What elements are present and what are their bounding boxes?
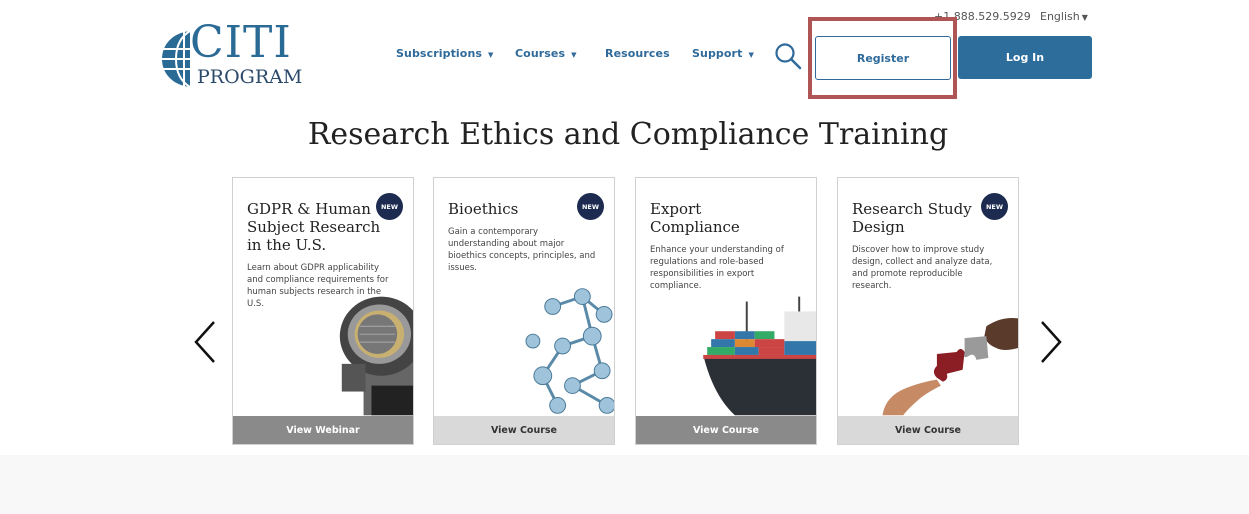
nav-courses[interactable]: Courses ▼ bbox=[515, 47, 577, 60]
nav-resources[interactable]: Resources bbox=[605, 47, 670, 60]
search-icon[interactable] bbox=[774, 42, 802, 70]
chevron-right-icon[interactable] bbox=[1036, 319, 1064, 365]
course-card-gdpr[interactable]: GDPR & Human Subject Research in the U.S… bbox=[232, 177, 414, 445]
view-course-button[interactable]: View Course bbox=[636, 416, 816, 444]
register-highlight-box bbox=[808, 17, 957, 99]
page-title: Research Ethics and Compliance Training bbox=[307, 117, 949, 152]
nav-label: Support bbox=[692, 47, 743, 60]
caret-down-icon: ▼ bbox=[748, 51, 754, 59]
view-course-button[interactable]: View Course bbox=[838, 416, 1018, 444]
nav-label: Courses bbox=[515, 47, 566, 60]
new-badge: NEW bbox=[376, 193, 403, 220]
caret-down-icon: ▼ bbox=[1081, 13, 1088, 22]
login-button[interactable]: Log In bbox=[958, 36, 1092, 79]
card-title: Bioethics bbox=[448, 200, 519, 218]
caret-down-icon: ▼ bbox=[571, 51, 577, 59]
card-title: Export Compliance bbox=[650, 200, 740, 236]
nav-support[interactable]: Support ▼ bbox=[692, 47, 754, 60]
course-card-export-compliance[interactable]: Export Compliance Enhance your understan… bbox=[635, 177, 817, 445]
logo-program-text: PROGRAM bbox=[197, 66, 303, 88]
new-badge: NEW bbox=[981, 193, 1008, 220]
caret-down-icon: ▼ bbox=[488, 51, 494, 59]
nav-label: Resources bbox=[605, 47, 670, 60]
view-course-button[interactable]: View Course bbox=[434, 416, 614, 444]
nav-subscriptions[interactable]: Subscriptions ▼ bbox=[396, 47, 494, 60]
puzzle-pieces-image bbox=[882, 318, 1018, 416]
card-title: GDPR & Human Subject Research in the U.S… bbox=[247, 200, 381, 254]
card-description: Gain a contemporary understanding about … bbox=[448, 227, 596, 273]
chevron-left-icon[interactable] bbox=[192, 319, 220, 365]
molecule-image bbox=[525, 288, 614, 414]
card-title: Research Study Design bbox=[852, 200, 972, 236]
citi-program-logo[interactable]: CITI PROGRAM bbox=[160, 21, 303, 91]
logo-citi-text: CITI bbox=[190, 17, 292, 68]
view-webinar-button[interactable]: View Webinar bbox=[233, 416, 413, 444]
page-bottom-band bbox=[0, 455, 1249, 514]
card-description: Enhance your understanding of regulation… bbox=[650, 245, 784, 291]
new-badge: NEW bbox=[577, 193, 604, 220]
nav-label: Subscriptions bbox=[396, 47, 483, 60]
course-card-bioethics[interactable]: Bioethics NEW Gain a contemporary unders… bbox=[433, 177, 615, 445]
language-selector[interactable]: English ▼ bbox=[1040, 10, 1088, 23]
language-label: English bbox=[1040, 10, 1080, 23]
card-description: Discover how to improve study design, co… bbox=[852, 245, 993, 291]
globe-icon bbox=[161, 30, 191, 88]
microphone-image bbox=[339, 296, 413, 416]
course-card-research-study-design[interactable]: Research Study Design NEW Discover how t… bbox=[837, 177, 1019, 445]
cargo-ship-image bbox=[703, 296, 816, 416]
